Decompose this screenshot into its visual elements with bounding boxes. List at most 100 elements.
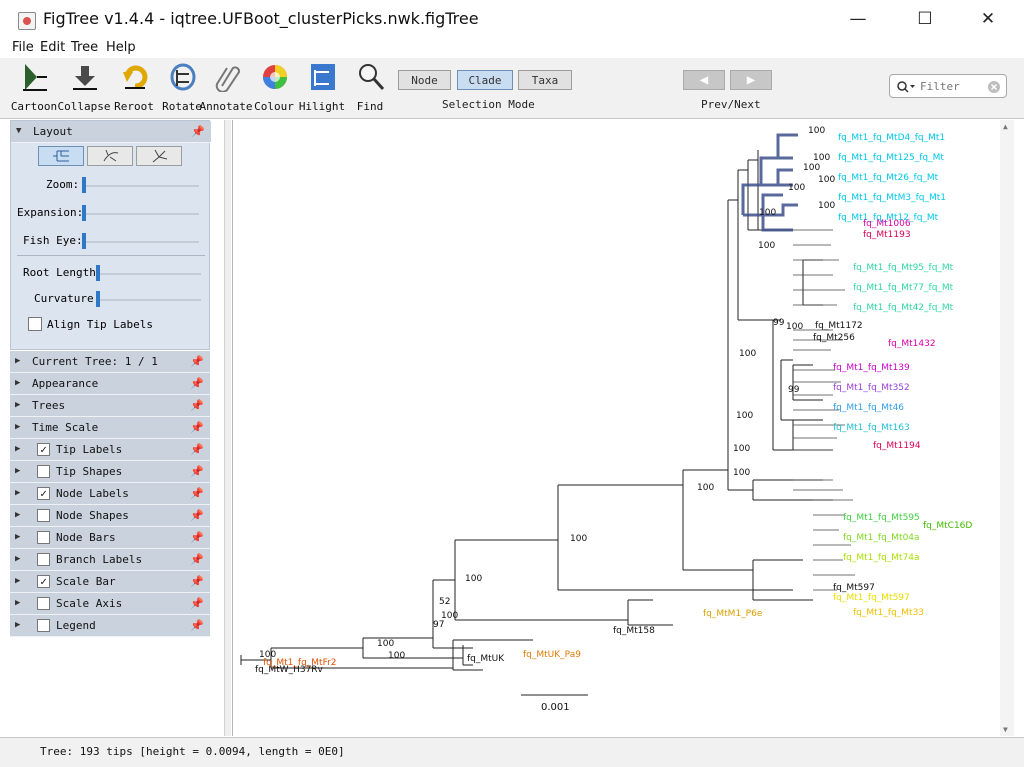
branch-labels-checkbox[interactable] [37, 553, 50, 566]
fish-eye-track[interactable] [83, 241, 199, 243]
node-bars-panel-header[interactable]: ▶ Node Bars 📌 [10, 527, 210, 549]
node-bars-checkbox[interactable] [37, 531, 50, 544]
svg-text:fq_Mt1_fq_Mt26_fq_Mt: fq_Mt1_fq_Mt26_fq_Mt [838, 173, 939, 183]
current-tree-panel-header[interactable]: ▶ Current Tree: 1 / 1 📌 [10, 351, 210, 373]
pin-icon[interactable]: 📌 [190, 553, 204, 566]
clear-filter-icon[interactable] [987, 80, 1001, 94]
node-shapes-label: Node Shapes [56, 509, 129, 522]
pin-icon[interactable]: 📌 [190, 377, 204, 390]
tip-label: fq_Mt597 [833, 583, 875, 593]
node-label: 100 [570, 534, 587, 544]
pin-icon[interactable]: 📌 [190, 597, 204, 610]
trees-label: Trees [32, 399, 66, 412]
layout-panel-header[interactable]: ▼ Layout 📌 [11, 121, 211, 143]
tip-label: fq_MtC16D [923, 521, 972, 531]
close-button[interactable]: ✕ [966, 4, 1010, 34]
node-labels-panel-header[interactable]: ▶ ✓ Node Labels 📌 [10, 483, 210, 505]
filter-field[interactable] [889, 74, 1007, 98]
pin-icon[interactable]: 📌 [190, 399, 204, 412]
legend-checkbox[interactable] [37, 619, 50, 632]
fish-eye-slider[interactable] [82, 233, 86, 249]
zoom-track[interactable] [83, 185, 199, 187]
scroll-down-icon[interactable]: ▼ [1003, 725, 1008, 734]
divider [17, 255, 205, 256]
tip-labels-label: Tip Labels [56, 443, 123, 456]
root-length-slider[interactable] [96, 265, 100, 281]
time-scale-label: Time Scale [32, 421, 99, 434]
pin-icon[interactable]: 📌 [190, 421, 204, 434]
expansion-slider[interactable] [82, 205, 86, 221]
prev-button[interactable]: ◀ [683, 70, 725, 90]
pin-icon[interactable]: 📌 [191, 125, 205, 138]
node-mode-button[interactable]: Node [398, 70, 451, 90]
phylogenetic-tree[interactable]: 100 100 100 100 100 100 100 100 99 100 1… [233, 120, 1016, 736]
tree-canvas[interactable]: 100 100 100 100 100 100 100 100 99 100 1… [232, 120, 1016, 736]
pin-icon[interactable]: 📌 [190, 575, 204, 588]
expansion-row: Expansion: [11, 205, 211, 221]
align-tip-labels-checkbox[interactable] [28, 317, 42, 331]
node-labels-checkbox[interactable]: ✓ [37, 487, 50, 500]
scale-bar-checkbox[interactable]: ✓ [37, 575, 50, 588]
reroot-icon [123, 65, 148, 89]
zoom-slider[interactable] [82, 177, 86, 193]
vertical-scrollbar[interactable]: ▲ ▼ [1000, 120, 1014, 736]
collapsed-arrow-icon: ▶ [15, 532, 21, 542]
time-scale-panel-header[interactable]: ▶ Time Scale 📌 [10, 417, 210, 439]
tip-labels-panel-header[interactable]: ▶ ✓ Tip Labels 📌 [10, 439, 210, 461]
node-shapes-panel-header[interactable]: ▶ Node Shapes 📌 [10, 505, 210, 527]
pin-icon[interactable]: 📌 [190, 509, 204, 522]
collapsed-arrow-icon: ▶ [15, 620, 21, 630]
fish-eye-label: Fish Eye: [23, 234, 83, 247]
scale-bar-panel-header[interactable]: ▶ ✓ Scale Bar 📌 [10, 571, 210, 593]
pin-icon[interactable]: 📌 [190, 487, 204, 500]
find-button[interactable]: Find [344, 60, 396, 116]
appearance-panel-header[interactable]: ▶ Appearance 📌 [10, 373, 210, 395]
tip-label: fq_MtUK [467, 654, 505, 664]
panel-splitter[interactable] [224, 120, 231, 736]
tip-label: fq_MtM1_P6e [703, 609, 763, 619]
scale-axis-checkbox[interactable] [37, 597, 50, 610]
rectangle-layout-button[interactable] [38, 146, 84, 166]
tip-shapes-panel-header[interactable]: ▶ Tip Shapes 📌 [10, 461, 210, 483]
menu-tree[interactable]: Tree [71, 40, 98, 55]
collapsed-arrow-icon: ▶ [15, 554, 21, 564]
polar-layout-button[interactable] [87, 146, 133, 166]
tip-label: fq_Mt1_fq_MtFr2 [263, 658, 337, 668]
tip-labels-checkbox[interactable]: ✓ [37, 443, 50, 456]
expanded-arrow-icon: ▼ [16, 126, 22, 136]
branch-labels-panel-header[interactable]: ▶ Branch Labels 📌 [10, 549, 210, 571]
pin-icon[interactable]: 📌 [190, 531, 204, 544]
magnifier-icon [359, 64, 385, 91]
menu-help[interactable]: Help [106, 40, 136, 55]
pin-icon[interactable]: 📌 [190, 619, 204, 632]
curvature-track[interactable] [97, 299, 201, 301]
scale-axis-label: Scale Axis [56, 597, 123, 610]
filter-input[interactable] [920, 78, 976, 94]
scale-axis-panel-header[interactable]: ▶ Scale Axis 📌 [10, 593, 210, 615]
tip-shapes-checkbox[interactable] [37, 465, 50, 478]
scale-bar: 0.001 [521, 694, 588, 713]
maximize-button[interactable]: ☐ [903, 4, 947, 34]
root-length-track[interactable] [97, 273, 201, 275]
pin-icon[interactable]: 📌 [190, 465, 204, 478]
menu-file[interactable]: File [12, 40, 34, 55]
curvature-slider[interactable] [96, 291, 100, 307]
pin-icon[interactable]: 📌 [190, 355, 204, 368]
node-label: 100 [377, 639, 394, 649]
minimize-button[interactable]: — [836, 4, 880, 34]
collapsed-arrow-icon: ▶ [15, 466, 21, 476]
clade-mode-button[interactable]: Clade [457, 70, 513, 90]
expansion-track[interactable] [83, 213, 199, 215]
radial-layout-button[interactable] [136, 146, 182, 166]
svg-text:fq_Mt1_fq_Mt77_fq_Mt: fq_Mt1_fq_Mt77_fq_Mt [853, 283, 954, 293]
zoom-label: Zoom: [46, 178, 80, 191]
legend-panel-header[interactable]: ▶ Legend 📌 [10, 615, 210, 637]
trees-panel-header[interactable]: ▶ Trees 📌 [10, 395, 210, 417]
scroll-up-icon[interactable]: ▲ [1003, 122, 1008, 131]
taxa-mode-button[interactable]: Taxa [518, 70, 572, 90]
menu-edit[interactable]: Edit [40, 40, 65, 55]
colour-wheel-icon [263, 65, 287, 89]
pin-icon[interactable]: 📌 [190, 443, 204, 456]
next-button[interactable]: ▶ [730, 70, 772, 90]
node-shapes-checkbox[interactable] [37, 509, 50, 522]
